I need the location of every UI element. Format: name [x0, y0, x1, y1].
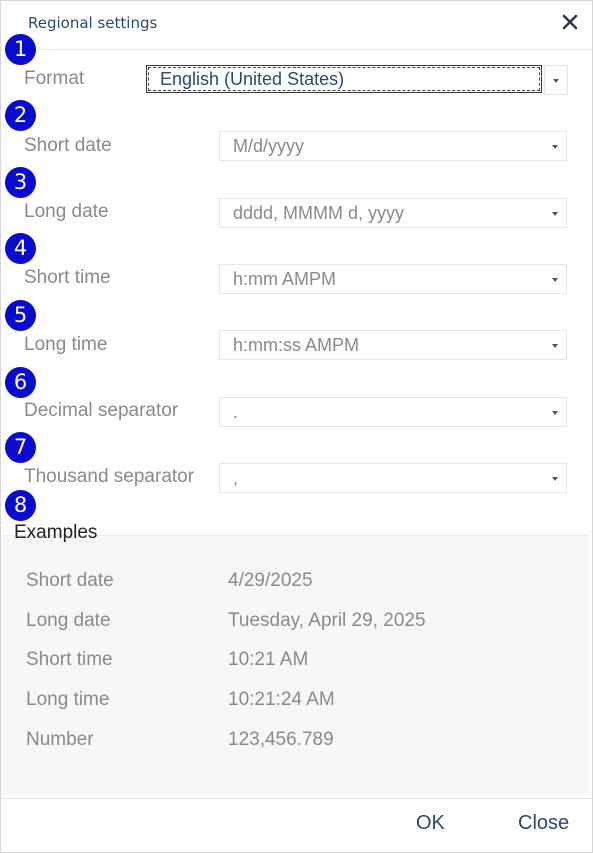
chevron-down-icon	[552, 477, 558, 481]
example-short-time-label: Short time	[26, 649, 113, 670]
decimal-separator-select[interactable]: .	[219, 397, 567, 427]
example-short-time-value: 10:21 AM	[228, 649, 309, 670]
close-icon[interactable]	[557, 9, 583, 35]
chevron-down-icon	[552, 145, 558, 149]
chevron-down-icon	[553, 79, 559, 83]
example-long-time-label: Long time	[26, 689, 110, 710]
format-label: Format	[24, 68, 85, 89]
thousand-separator-select[interactable]: ,	[219, 463, 567, 493]
chevron-down-icon	[552, 411, 558, 415]
example-number-value: 123,456.789	[228, 729, 334, 750]
example-short-date-label: Short date	[26, 570, 114, 591]
step-badge-3: 3	[5, 167, 36, 198]
example-number-label: Number	[26, 729, 94, 750]
chevron-down-icon	[552, 344, 558, 348]
format-dropdown-button[interactable]	[544, 65, 568, 95]
close-button[interactable]: Close	[518, 812, 569, 835]
footer-divider	[1, 798, 592, 799]
long-time-value: h:mm:ss AMPM	[233, 335, 360, 355]
regional-settings-dialog: Regional settings 1 Format English (Unit…	[0, 0, 593, 853]
short-date-value: M/d/yyyy	[233, 136, 305, 156]
format-select[interactable]: English (United States)	[146, 65, 542, 93]
examples-panel: Short date 4/29/2025 Long date Tuesday, …	[3, 535, 590, 794]
dialog-title: Regional settings	[28, 14, 158, 32]
examples-heading: Examples	[14, 522, 98, 543]
chevron-down-icon	[552, 278, 558, 282]
short-time-value: h:mm AMPM	[233, 269, 337, 289]
short-date-label: Short date	[24, 135, 112, 156]
format-value: English (United States)	[160, 69, 345, 89]
long-date-label: Long date	[24, 201, 109, 222]
step-badge-8: 8	[5, 490, 36, 521]
step-badge-4: 4	[5, 233, 36, 264]
step-badge-7: 7	[5, 432, 36, 463]
header-divider	[1, 49, 592, 50]
long-date-select[interactable]: dddd, MMMM d, yyyy	[219, 198, 567, 228]
thousand-separator-label: Thousand separator	[24, 466, 195, 487]
decimal-separator-label: Decimal separator	[24, 400, 179, 421]
example-long-date-label: Long date	[26, 610, 111, 631]
short-time-select[interactable]: h:mm AMPM	[219, 264, 567, 294]
example-long-date-value: Tuesday, April 29, 2025	[228, 610, 426, 631]
short-time-label: Short time	[24, 267, 111, 288]
ok-button[interactable]: OK	[416, 812, 445, 835]
chevron-down-icon	[552, 212, 558, 216]
step-badge-6: 6	[5, 367, 36, 398]
short-date-select[interactable]: M/d/yyyy	[219, 131, 567, 161]
long-date-value: dddd, MMMM d, yyyy	[233, 203, 405, 223]
step-badge-1: 1	[5, 34, 36, 65]
decimal-separator-value: .	[233, 402, 239, 422]
step-badge-5: 5	[5, 300, 36, 331]
long-time-label: Long time	[24, 334, 108, 355]
example-long-time-value: 10:21:24 AM	[228, 689, 335, 710]
step-badge-2: 2	[5, 100, 36, 131]
example-short-date-value: 4/29/2025	[228, 570, 313, 591]
thousand-separator-value: ,	[233, 468, 239, 488]
long-time-select[interactable]: h:mm:ss AMPM	[219, 330, 567, 360]
